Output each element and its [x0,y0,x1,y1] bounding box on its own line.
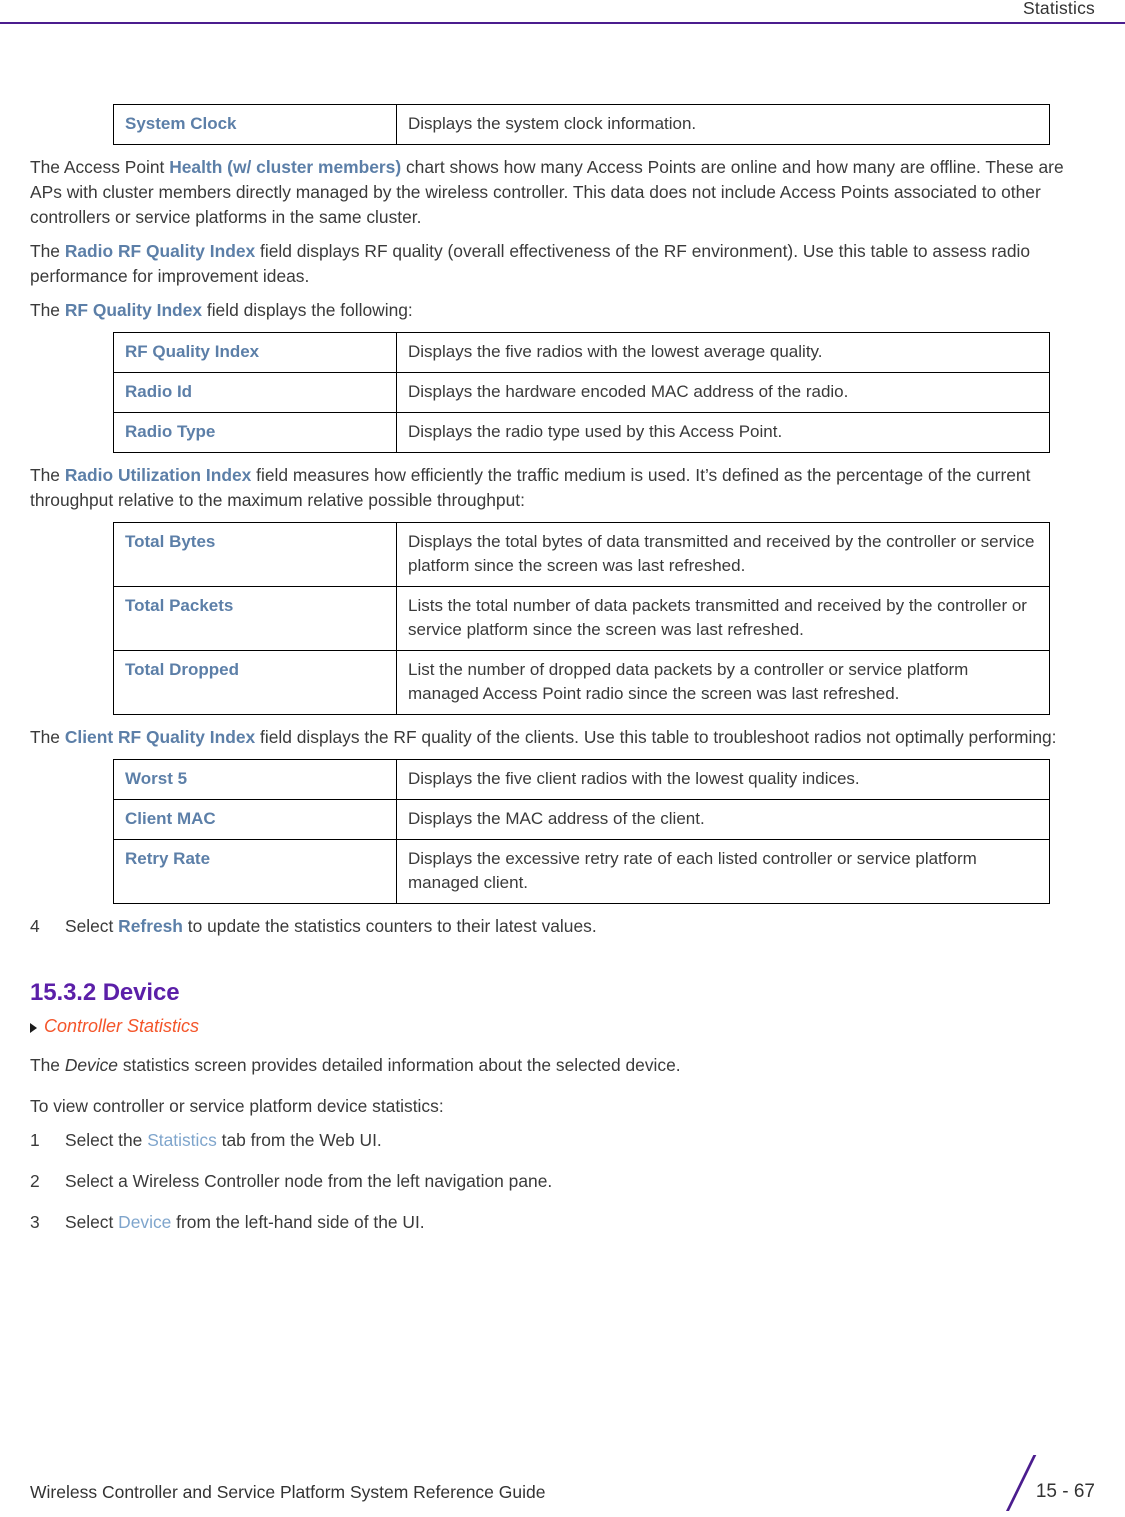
steps-list: 1 Select the Statistics tab from the Web … [30,1128,1095,1235]
field-description: Displays the five radios with the lowest… [396,332,1050,373]
text-fragment: statistics screen provides detailed info… [117,1055,681,1075]
text-fragment: The [30,300,65,320]
field-label: Client MAC [113,799,397,840]
field-description: Displays the excessive retry rate of eac… [396,839,1050,904]
table-row: System Clock Displays the system clock i… [113,104,1050,145]
text-fragment: The [30,465,65,485]
step-item-3: 3 Select Device from the left-hand side o… [30,1210,1095,1235]
footer-guide-title: Wireless Controller and Service Platform… [30,1482,546,1502]
rf-quality-index-table: RF Quality Index Displays the five radio… [113,332,1050,453]
text-fragment: Select a Wireless Controller node from t… [65,1171,553,1191]
step-number: 3 [30,1212,40,1232]
field-label: Worst 5 [113,759,397,800]
table-row: Client MAC Displays the MAC address of t… [113,799,1050,840]
link-statistics[interactable]: Statistics [147,1130,217,1150]
cross-reference-line[interactable]: Controller Statistics [30,1016,1095,1037]
field-description: Displays the hardware encoded MAC addres… [396,372,1050,413]
field-description: List the number of dropped data packets … [396,650,1050,715]
triangle-right-icon [30,1022,37,1033]
text-fragment: tab from the Web UI. [216,1130,382,1150]
client-rf-quality-index-table: Worst 5 Displays the five client radios … [113,759,1050,904]
text-fragment: to update the statistics counters to the… [182,916,597,936]
field-description: Displays the system clock information. [396,104,1050,145]
field-description: Lists the total number of data packets t… [396,586,1050,651]
paragraph-rf-quality-intro: The RF Quality Index field displays the … [30,298,1095,323]
text-fragment: Select [65,1212,119,1232]
table-row: Total Bytes Displays the total bytes of … [113,522,1050,587]
text-fragment: Select the [65,1130,148,1150]
term-health-cluster-members: Health (w/ cluster members) [169,157,402,177]
term-refresh: Refresh [118,916,183,936]
field-description: Displays the total bytes of data transmi… [396,522,1050,587]
paragraph-client-rf-quality: The Client RF Quality Index field displa… [30,725,1095,750]
system-clock-table: System Clock Displays the system clock i… [113,104,1050,145]
table-row: Worst 5 Displays the five client radios … [113,759,1050,800]
paragraph-view-intro: To view controller or service platform d… [30,1096,444,1116]
text-fragment: The Access Point [30,157,170,177]
text-fragment: Select [65,916,119,936]
emphasis-device: Device [64,1055,118,1075]
link-device[interactable]: Device [118,1212,171,1232]
section-heading-15-3-2: 15.3.2 Device [30,979,180,1006]
text-fragment: The [30,1055,65,1075]
field-label: Radio Type [113,412,397,453]
table-row: Radio Type Displays the radio type used … [113,412,1050,453]
text-fragment: field displays the RF quality of the cli… [255,727,1057,747]
footer-page-number: 15 - 67 [1035,1481,1095,1502]
page-header: Statistics [0,0,1125,24]
table-row: Retry Rate Displays the excessive retry … [113,839,1050,904]
text-fragment: The [30,727,65,747]
step-number: 2 [30,1171,40,1191]
step-number: 1 [30,1130,40,1150]
table-row: Total Packets Lists the total number of … [113,586,1050,651]
page-content: System Clock Displays the system clock i… [30,96,1095,1251]
step-item-4: 4 Select Refresh to update the statistics… [30,914,1095,939]
page-header-title: Statistics [1022,0,1095,18]
cross-reference-link[interactable]: Controller Statistics [44,1016,199,1037]
step-item-1: 1 Select the Statistics tab from the Web … [30,1128,1095,1153]
term-client-rf-quality-index: Client RF Quality Index [64,727,256,747]
field-label: RF Quality Index [113,332,397,373]
step-item-2: 2 Select a Wireless Controller node from … [30,1169,1095,1194]
field-description: Displays the MAC address of the client. [396,799,1050,840]
term-rf-quality-index: RF Quality Index [64,300,203,320]
page-footer: Wireless Controller and Service Platform… [0,1427,1125,1517]
field-label: System Clock [113,104,397,145]
paragraph-ap-health: The Access Point Health (w/ cluster memb… [30,155,1095,230]
table-row: RF Quality Index Displays the five radio… [113,332,1050,373]
header-divider-rule [0,22,1125,24]
field-label: Total Bytes [113,522,397,587]
text-fragment: The [30,241,65,261]
step-number: 4 [30,916,40,936]
field-label: Total Dropped [113,650,397,715]
term-radio-rf-quality-index: Radio RF Quality Index [64,241,256,261]
field-label: Total Packets [113,586,397,651]
field-description: Displays the radio type used by this Acc… [396,412,1050,453]
paragraph-radio-utilization: The Radio Utilization Index field measur… [30,463,1095,513]
table-row: Total Dropped List the number of dropped… [113,650,1050,715]
table-row: Radio Id Displays the hardware encoded M… [113,372,1050,413]
footer-slash-decoration [1006,1455,1037,1511]
field-label: Radio Id [113,372,397,413]
field-description: Displays the five client radios with the… [396,759,1050,800]
radio-utilization-index-table: Total Bytes Displays the total bytes of … [113,522,1050,715]
text-fragment: from the left-hand side of the UI. [171,1212,425,1232]
text-fragment: field displays the following: [202,300,413,320]
term-radio-utilization-index: Radio Utilization Index [64,465,252,485]
paragraph-radio-rf-quality: The Radio RF Quality Index field display… [30,239,1095,289]
field-label: Retry Rate [113,839,397,904]
paragraph-device-intro: The Device statistics screen provides de… [30,1053,1095,1078]
